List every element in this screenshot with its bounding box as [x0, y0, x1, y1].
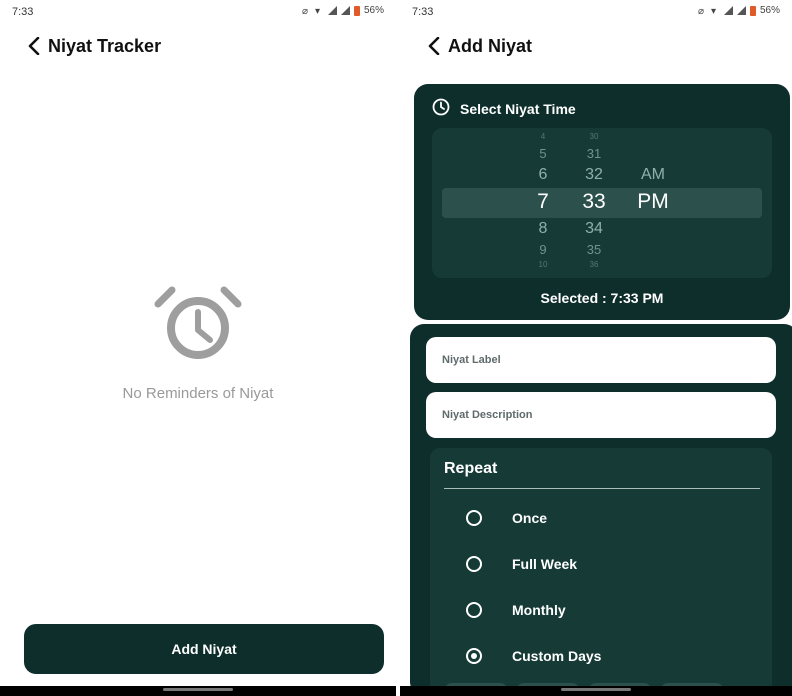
time-wheel[interactable]: 4 5 6 7 8 9 10 30 31 32 33 34 35 36 AM P… [432, 128, 772, 278]
option-label: Monthly [512, 602, 566, 618]
repeat-option-once[interactable]: Once [466, 507, 547, 529]
minute-option-selected[interactable]: 33 [576, 190, 612, 214]
status-icons: ⌀ ▾ 56% [301, 5, 384, 17]
system-nav-bar [0, 686, 396, 696]
hour-option[interactable]: 8 [528, 220, 558, 238]
niyat-description-input[interactable] [426, 392, 776, 438]
app-bar: Niyat Tracker [0, 32, 396, 60]
time-picker-card: Select Niyat Time 4 5 6 7 8 9 10 30 31 3… [414, 84, 790, 320]
divider [444, 488, 760, 489]
alarm-clock-icon [154, 282, 242, 367]
battery-percent: 56% [363, 5, 384, 16]
niyat-description-field[interactable] [426, 392, 776, 438]
hour-option[interactable]: 4 [528, 132, 558, 141]
option-label: Custom Days [512, 648, 602, 664]
hour-option-selected[interactable]: 7 [528, 190, 558, 214]
time-picker-header: Select Niyat Time [432, 98, 576, 119]
niyat-label-field[interactable] [426, 337, 776, 383]
repeat-section: Repeat Once Full Week Monthly Custom Day… [430, 448, 772, 696]
minute-option[interactable]: 32 [576, 166, 612, 184]
back-arrow-icon[interactable] [20, 32, 48, 60]
home-indicator[interactable] [561, 688, 631, 691]
niyat-tracker-screen: 7:33 ⌀ ▾ 56% Niyat Tracker No Reminders … [0, 0, 396, 696]
battery-percent: 56% [759, 5, 780, 16]
status-bar: 7:33 ⌀ ▾ 56% [0, 0, 396, 24]
signal-icon [340, 6, 350, 15]
radio-button[interactable] [466, 602, 482, 618]
add-niyat-button[interactable]: Add Niyat [24, 624, 384, 674]
add-niyat-screen: 7:33 ⌀ ▾ 56% Add Niyat Select Niyat Time… [400, 0, 792, 696]
mute-icon: ⌀ [301, 6, 309, 17]
niyat-form-card: Repeat Once Full Week Monthly Custom Day… [410, 324, 792, 696]
time-picker-heading: Select Niyat Time [460, 100, 576, 117]
status-time: 7:33 [12, 6, 34, 18]
empty-state: No Reminders of Niyat [0, 282, 396, 402]
repeat-option-monthly[interactable]: Monthly [466, 599, 566, 621]
period-option-selected[interactable]: PM [630, 190, 676, 214]
repeat-title: Repeat [444, 460, 498, 477]
repeat-option-custom-days[interactable]: Custom Days [466, 645, 601, 667]
signal-icon [736, 6, 746, 15]
signal-icon [723, 6, 733, 15]
period-wheel[interactable]: AM PM [630, 128, 676, 278]
battery-icon [353, 5, 360, 16]
hour-option[interactable]: 10 [528, 260, 558, 269]
hour-option[interactable]: 5 [528, 146, 558, 161]
signal-icon [327, 6, 337, 15]
minute-option[interactable]: 36 [576, 260, 612, 269]
hour-option[interactable]: 9 [528, 242, 558, 257]
option-label: Once [512, 510, 548, 526]
mute-icon: ⌀ [697, 6, 705, 17]
option-label: Full Week [512, 556, 578, 572]
back-arrow-icon[interactable] [420, 32, 448, 60]
minute-option[interactable]: 31 [576, 146, 612, 161]
hour-option[interactable]: 6 [528, 166, 558, 184]
niyat-label-input[interactable] [426, 337, 776, 383]
battery-icon [749, 5, 756, 16]
minute-option[interactable]: 30 [576, 132, 612, 141]
selected-time-label: Selected : 7:33 PM [540, 290, 664, 306]
home-indicator[interactable] [163, 688, 233, 691]
status-icons: ⌀ ▾ 56% [697, 5, 780, 17]
page-title: Add Niyat [448, 35, 533, 56]
hour-wheel[interactable]: 4 5 6 7 8 9 10 [528, 128, 558, 278]
radio-button-selected[interactable] [466, 648, 482, 664]
radio-button[interactable] [466, 510, 482, 526]
minute-wheel[interactable]: 30 31 32 33 34 35 36 [576, 128, 612, 278]
wifi-icon: ▾ [710, 6, 717, 17]
empty-message: No Reminders of Niyat [122, 385, 274, 402]
page-title: Niyat Tracker [48, 35, 162, 56]
clock-icon [432, 98, 450, 119]
status-bar: 7:33 ⌀ ▾ 56% [400, 0, 792, 24]
radio-button[interactable] [466, 556, 482, 572]
wifi-icon: ▾ [314, 6, 321, 17]
period-option[interactable]: AM [630, 166, 676, 184]
minute-option[interactable]: 34 [576, 220, 612, 238]
minute-option[interactable]: 35 [576, 242, 612, 257]
repeat-option-full-week[interactable]: Full Week [466, 553, 577, 575]
system-nav-bar [400, 686, 792, 696]
app-bar: Add Niyat [400, 32, 792, 60]
status-time: 7:33 [412, 6, 434, 18]
